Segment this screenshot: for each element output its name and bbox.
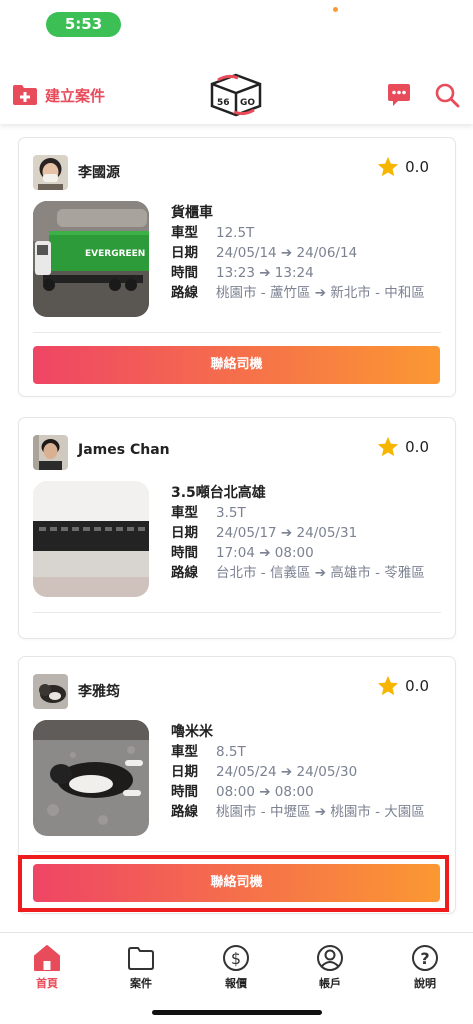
case-info: 貨櫃車 車型 12.5T 日期 24/05/14 ➔ 24/06/14 時間 13:2… [171, 202, 441, 303]
folder-add-icon [13, 85, 37, 105]
row-value: 3.5T [216, 505, 246, 521]
vehicle-type-row: 車型 3.5T [171, 503, 441, 523]
case-title: 貨櫃車 [171, 205, 213, 221]
nav-home[interactable]: 首頁 [17, 943, 77, 991]
contact-driver-button[interactable]: 聯絡司機 [33, 864, 440, 902]
driver-name: 李雅筠 [78, 684, 120, 700]
nav-cases[interactable]: 案件 [111, 943, 171, 991]
create-case-button[interactable]: 建立案件 [12, 82, 105, 108]
container-text: EVERGREEN [85, 249, 145, 259]
driver-rating: 0.0 [377, 436, 429, 458]
status-time: 5:53 [46, 12, 121, 37]
vehicle-type-row: 車型 12.5T [171, 223, 441, 243]
row-key: 日期 [171, 764, 198, 780]
row-value: 24/05/14 ➔ 24/06/14 [216, 245, 358, 261]
nav-account[interactable]: 帳戶 [300, 943, 360, 991]
case-title: 嚕米米 [171, 724, 213, 740]
home-indicator [152, 1010, 322, 1015]
svg-text:?: ? [420, 949, 429, 968]
driver-avatar [33, 674, 68, 709]
svg-text:56: 56 [217, 98, 230, 108]
case-thumbnail[interactable]: EVERGREEN [33, 201, 149, 317]
row-value: 8.5T [216, 744, 246, 760]
vehicle-type-row: 車型 8.5T [171, 742, 441, 762]
driver-name: 李國源 [78, 165, 120, 181]
driver-rating: 0.0 [377, 156, 429, 178]
status-bar: 5:53 [0, 0, 473, 50]
case-thumbnail[interactable] [33, 720, 149, 836]
row-key: 日期 [171, 525, 198, 541]
case-card[interactable]: 李國源 0.0 EVERGREEN 貨櫃車 車型 12.5T 日期 24/05/… [19, 138, 455, 396]
row-key: 時間 [171, 265, 198, 281]
row-value: 17:04 ➔ 08:00 [216, 545, 314, 561]
row-key: 路線 [171, 804, 198, 820]
rating-value: 0.0 [405, 438, 429, 456]
divider [33, 851, 441, 852]
row-key: 路線 [171, 565, 198, 581]
case-info: 3.5噸台北高雄 車型 3.5T 日期 24/05/17 ➔ 24/05/31 時間… [171, 482, 441, 583]
case-title: 3.5噸台北高雄 [171, 485, 266, 501]
date-row: 日期 24/05/17 ➔ 24/05/31 [171, 523, 441, 543]
time-row: 時間 13:23 ➔ 13:24 [171, 263, 441, 283]
nav-label: 帳戶 [319, 977, 341, 990]
row-key: 車型 [171, 225, 198, 241]
star-icon [378, 675, 399, 696]
route-row: 路線 桃園市 - 蘆竹區 ➔ 新北市 - 中和區 [171, 283, 441, 303]
row-key: 車型 [171, 505, 198, 521]
row-key: 日期 [171, 245, 198, 261]
search-icon[interactable] [434, 82, 460, 108]
row-value: 台北市 - 信義區 ➔ 高雄市 - 苓雅區 [216, 565, 425, 581]
driver-rating: 0.0 [377, 675, 429, 697]
app-header: 建立案件 56 GO [0, 60, 473, 124]
nav-quotes[interactable]: $ 報價 [206, 943, 266, 991]
svg-text:GO: GO [240, 98, 255, 108]
help-icon: ? [412, 945, 438, 971]
dollar-icon: $ [223, 945, 249, 971]
driver-avatar [33, 155, 68, 190]
rating-value: 0.0 [405, 158, 429, 176]
route-row: 路線 台北市 - 信義區 ➔ 高雄市 - 苓雅區 [171, 563, 441, 583]
star-icon [378, 156, 399, 177]
divider [33, 612, 441, 613]
divider [33, 332, 441, 333]
nav-label: 報價 [225, 977, 247, 990]
row-value: 13:23 ➔ 13:24 [216, 265, 314, 281]
privacy-indicator [333, 7, 338, 12]
row-value: 24/05/17 ➔ 24/05/31 [216, 525, 358, 541]
driver-avatar [33, 435, 68, 470]
chat-icon[interactable] [386, 82, 412, 108]
home-icon [34, 945, 60, 971]
time-row: 時間 17:04 ➔ 08:00 [171, 543, 441, 563]
case-thumbnail[interactable] [33, 481, 149, 597]
case-card[interactable]: 李雅筠 0.0 嚕米米 車型 8.5T 日期 24/05/24 ➔ 24/05/30… [19, 657, 455, 913]
user-icon [317, 945, 343, 971]
date-row: 日期 24/05/24 ➔ 24/05/30 [171, 762, 441, 782]
create-case-label: 建立案件 [45, 86, 106, 105]
nav-label: 首頁 [36, 977, 58, 990]
row-key: 時間 [171, 784, 198, 800]
route-row: 路線 桃園市 - 中壢區 ➔ 桃園市 - 大園區 [171, 802, 441, 822]
row-value: 08:00 ➔ 08:00 [216, 784, 314, 800]
row-key: 車型 [171, 744, 198, 760]
row-value: 桃園市 - 蘆竹區 ➔ 新北市 - 中和區 [216, 285, 425, 301]
nav-label: 說明 [414, 977, 436, 990]
case-info: 嚕米米 車型 8.5T 日期 24/05/24 ➔ 24/05/30 時間 08:00… [171, 721, 441, 822]
row-key: 路線 [171, 285, 198, 301]
rating-value: 0.0 [405, 677, 429, 695]
case-card[interactable]: James Chan 0.0 3.5噸台北高雄 車型 3.5T 日期 24/05… [19, 418, 455, 638]
folder-icon [128, 947, 154, 970]
star-icon [378, 436, 399, 457]
date-row: 日期 24/05/14 ➔ 24/06/14 [171, 243, 441, 263]
row-value: 24/05/24 ➔ 24/05/30 [216, 764, 358, 780]
driver-name: James Chan [78, 442, 170, 458]
time-row: 時間 08:00 ➔ 08:00 [171, 782, 441, 802]
app-logo: 56 GO [210, 73, 262, 117]
row-value: 12.5T [216, 225, 255, 241]
row-key: 時間 [171, 545, 198, 561]
nav-help[interactable]: ? 說明 [395, 943, 455, 991]
nav-label: 案件 [130, 977, 152, 990]
contact-driver-button[interactable]: 聯絡司機 [33, 346, 440, 384]
svg-text:$: $ [231, 949, 241, 968]
row-value: 桃園市 - 中壢區 ➔ 桃園市 - 大園區 [216, 804, 425, 820]
